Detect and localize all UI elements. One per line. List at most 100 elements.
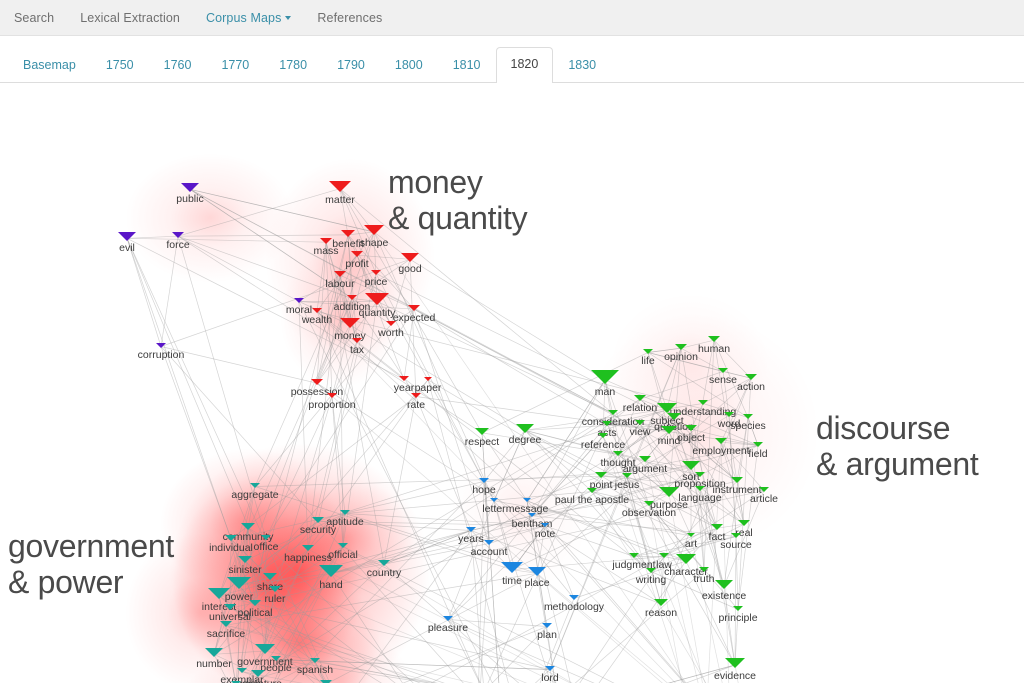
map-node[interactable]: consideration <box>582 410 644 428</box>
map-node[interactable]: labour <box>325 271 355 290</box>
map-node[interactable]: language <box>678 486 722 504</box>
map-node[interactable]: plan <box>537 623 557 641</box>
map-node[interactable]: number <box>196 648 232 670</box>
map-node[interactable]: time <box>501 562 523 587</box>
tab-1800[interactable]: 1800 <box>380 50 438 84</box>
map-node[interactable]: mind <box>658 426 680 447</box>
nav-item-search[interactable]: Search <box>14 11 54 25</box>
map-node[interactable]: power <box>225 577 253 603</box>
map-node[interactable]: hope <box>472 478 496 496</box>
map-node[interactable]: writing <box>636 568 666 586</box>
map-node[interactable]: country <box>367 560 401 579</box>
map-node[interactable]: quantity <box>359 293 395 319</box>
map-node[interactable]: wealth <box>302 308 332 326</box>
map-node[interactable]: people <box>260 656 292 674</box>
tab-1760[interactable]: 1760 <box>149 50 207 84</box>
map-node[interactable]: possession <box>291 379 343 398</box>
tab-1780[interactable]: 1780 <box>264 50 322 84</box>
map-node[interactable]: fact <box>709 524 725 543</box>
map-node[interactable]: profit <box>345 251 369 270</box>
map-node[interactable]: sacrifice <box>207 621 245 640</box>
tab-1750[interactable]: 1750 <box>91 50 149 84</box>
map-node[interactable]: political <box>237 600 273 619</box>
corpus-map-canvas[interactable]: public evil force corruption moral matter shap… <box>0 83 1024 683</box>
map-node[interactable]: field <box>748 442 768 460</box>
map-node[interactable]: pleasure <box>428 616 468 634</box>
map-node[interactable]: note <box>535 523 555 540</box>
map-node[interactable]: understanding <box>670 400 736 418</box>
map-node[interactable]: office <box>254 535 278 553</box>
map-node[interactable]: jesus <box>615 473 639 491</box>
map-node[interactable]: sense <box>709 368 737 386</box>
map-node[interactable]: principle <box>718 606 758 624</box>
map-node[interactable]: legislature <box>234 670 282 683</box>
map-node[interactable]: observation <box>622 501 676 519</box>
map-node[interactable]: corruption <box>138 343 184 361</box>
map-node[interactable]: reason <box>645 599 677 619</box>
map-node[interactable]: ruler <box>264 586 286 605</box>
map-node[interactable]: article <box>750 487 778 505</box>
map-node[interactable]: character <box>664 554 708 578</box>
map-node[interactable]: proportion <box>308 393 356 411</box>
tab-1810[interactable]: 1810 <box>438 50 496 84</box>
tab-1790[interactable]: 1790 <box>322 50 380 84</box>
map-node[interactable]: employment <box>692 438 750 457</box>
map-node[interactable]: evil <box>118 232 136 254</box>
tab-1830[interactable]: 1830 <box>553 50 611 84</box>
map-node[interactable]: force <box>166 232 190 251</box>
map-node[interactable]: sort <box>682 461 700 483</box>
map-node[interactable]: aggregate <box>231 483 279 501</box>
map-node[interactable]: respect <box>465 428 499 448</box>
map-node[interactable]: species <box>730 414 766 432</box>
map-node[interactable]: existence <box>702 580 746 602</box>
map-node[interactable]: benefit <box>332 230 364 250</box>
map-node[interactable]: community <box>223 523 273 543</box>
nav-item-references[interactable]: References <box>317 11 382 25</box>
map-node[interactable]: life <box>641 349 655 367</box>
map-node[interactable]: man <box>591 370 619 398</box>
map-node[interactable]: message <box>506 498 548 515</box>
map-node[interactable]: lord <box>541 666 559 683</box>
map-node[interactable]: sinister <box>228 556 262 576</box>
map-node[interactable]: expected <box>393 305 435 324</box>
map-node[interactable]: word <box>718 412 740 430</box>
tab-1820[interactable]: 1820 <box>495 46 554 83</box>
map-node[interactable]: monarch <box>231 681 241 683</box>
map-node[interactable]: source <box>720 533 752 551</box>
map-node[interactable]: degree <box>509 424 541 446</box>
map-node[interactable]: point <box>590 472 612 491</box>
map-node[interactable]: happiness <box>284 545 332 564</box>
map-node[interactable]: moral <box>286 298 312 316</box>
map-node[interactable]: opinion <box>664 344 698 363</box>
map-node[interactable]: government <box>237 644 293 668</box>
map-node[interactable]: exemplar <box>220 668 264 683</box>
map-node[interactable]: thought <box>600 451 636 469</box>
map-node[interactable]: spanish <box>297 658 333 676</box>
map-node[interactable]: paul the apostle <box>555 488 629 506</box>
map-node[interactable]: human <box>698 336 730 355</box>
map-node[interactable]: official <box>328 543 358 561</box>
map-node[interactable]: letter <box>482 498 506 515</box>
map-node[interactable]: universal <box>209 604 251 623</box>
map-node[interactable]: price <box>365 270 387 288</box>
map-node[interactable]: tax <box>350 338 364 356</box>
map-node[interactable]: share <box>257 573 283 593</box>
map-node[interactable]: acts <box>597 421 617 439</box>
map-node[interactable]: individual <box>209 535 253 554</box>
map-node[interactable]: place <box>524 567 550 589</box>
map-node[interactable]: matter <box>325 181 355 206</box>
map-node[interactable]: years <box>458 527 484 545</box>
map-node[interactable]: mass <box>313 238 339 257</box>
map-node[interactable]: constitution <box>320 680 332 683</box>
map-node[interactable]: interest <box>202 588 236 613</box>
map-node[interactable]: bentham <box>512 513 552 530</box>
map-node[interactable]: public <box>176 183 204 205</box>
map-node[interactable]: worth <box>378 321 404 339</box>
map-node[interactable]: truth <box>693 567 715 585</box>
map-node[interactable]: year <box>394 376 414 394</box>
map-node[interactable]: relation <box>623 395 657 414</box>
map-node[interactable]: methodology <box>544 595 604 613</box>
map-node[interactable]: evidence <box>714 658 756 682</box>
map-node[interactable]: shape <box>360 225 388 249</box>
map-node[interactable]: view <box>629 420 651 438</box>
